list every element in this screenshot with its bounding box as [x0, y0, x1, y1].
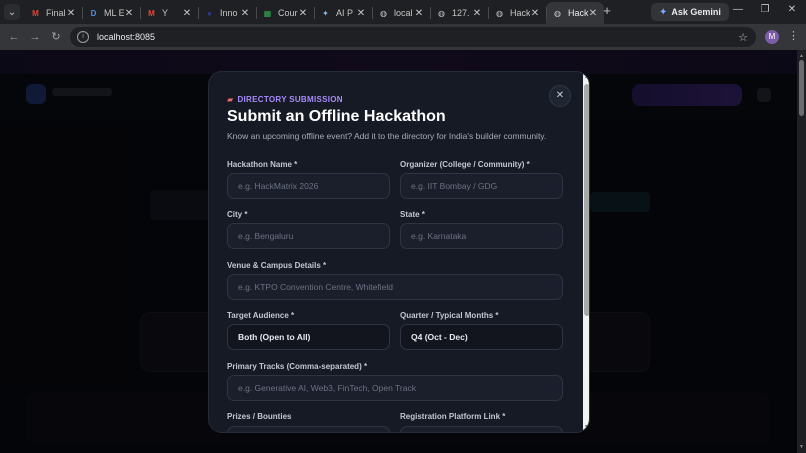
browser-tab[interactable]: ▦ Cour ✕: [256, 2, 314, 24]
registration-link-input[interactable]: [400, 426, 563, 432]
globe-dark-icon: ●: [207, 8, 212, 18]
target-audience-select[interactable]: Both (Open to All): [227, 324, 390, 350]
browser-tab[interactable]: M Y ✕: [140, 2, 198, 24]
gemini-sparkle-icon: ✦: [659, 6, 668, 18]
modal-title: Submit an Offline Hackathon: [227, 108, 446, 125]
venue-label: Venue & Campus Details *: [227, 261, 327, 270]
address-bar[interactable]: i localhost:8085 ☆: [70, 27, 756, 47]
tab-title: Hack: [510, 8, 530, 18]
quarter-select[interactable]: Q4 (Oct - Dec): [400, 324, 563, 350]
state-label: State *: [400, 210, 425, 219]
prizes-input[interactable]: [227, 426, 390, 432]
reload-icon[interactable]: ↻: [48, 29, 64, 45]
submit-hackathon-modal: ✕ ▰ DIRECTORY SUBMISSION Submit an Offli…: [208, 71, 590, 433]
modal-scroll-down-icon[interactable]: ▼: [584, 424, 589, 430]
modal-subtitle: Know an upcoming offline event? Add it t…: [227, 131, 547, 141]
modal-close-icon[interactable]: ✕: [549, 85, 571, 107]
restore-icon[interactable]: ❐: [758, 4, 772, 15]
tab-close-icon[interactable]: ✕: [124, 8, 134, 19]
d-logo-icon: D: [90, 8, 97, 18]
page-viewport: ✕ ▰ DIRECTORY SUBMISSION Submit an Offli…: [0, 50, 797, 453]
browser-toolbar: ← → ↻ i localhost:8085 ☆: [0, 24, 806, 50]
browser-tab[interactable]: ◍ Hack ✕: [488, 2, 546, 24]
tab-title: Final: [46, 8, 66, 18]
tab-search-chevron-icon[interactable]: ⌄: [4, 4, 20, 20]
modal-scrollbar-thumb[interactable]: [584, 84, 589, 316]
page-scroll-up-icon[interactable]: ▲: [799, 53, 804, 59]
window-close-icon[interactable]: ✕: [785, 4, 799, 15]
globe-icon: ◍: [438, 8, 445, 18]
tab-close-icon[interactable]: ✕: [66, 8, 76, 19]
hackathon-name-input[interactable]: e.g. HackMatrix 2026: [227, 173, 390, 199]
browser-tab[interactable]: M Final ✕: [24, 2, 82, 24]
globe-icon: ◍: [554, 8, 561, 18]
minimize-icon[interactable]: —: [731, 4, 745, 15]
browser-tab[interactable]: D ML E ✕: [82, 2, 140, 24]
tab-title: Inno: [220, 8, 238, 18]
eyebrow-label: DIRECTORY SUBMISSION: [237, 95, 343, 104]
tab-title: Cour: [278, 8, 298, 18]
modal-eyebrow: ▰ DIRECTORY SUBMISSION: [227, 95, 343, 104]
sparkle-icon: ✦: [322, 8, 329, 18]
modal-content: ✕ ▰ DIRECTORY SUBMISSION Submit an Offli…: [209, 72, 583, 432]
browser-tab[interactable]: ◍ Hack ✕: [546, 2, 604, 24]
tab-title: AI P: [336, 8, 354, 18]
tab-strip: ⌄ M Final ✕ D ML E ✕ M Y ✕ ● Inno ✕ ▦ Cour ✕ ✦ AI P ✕ ◍ loc…: [0, 0, 806, 24]
tab-title: Y: [162, 8, 169, 18]
organizer-label: Organizer (College / Community) *: [400, 160, 530, 169]
bookmark-star-icon[interactable]: ☆: [738, 31, 748, 44]
primary-tracks-input[interactable]: e.g. Generative AI, Web3, FinTech, Open …: [227, 375, 563, 401]
quarter-label: Quarter / Typical Months *: [400, 311, 499, 320]
address-url[interactable]: localhost:8085: [97, 32, 155, 42]
site-info-icon[interactable]: i: [77, 31, 89, 43]
tab-close-icon[interactable]: ✕: [356, 8, 366, 19]
tab-title: 127.: [452, 8, 470, 18]
tab-title: ML E: [104, 8, 124, 18]
tab-close-icon[interactable]: ✕: [414, 8, 424, 19]
tab-title: Hack: [568, 8, 588, 18]
organizer-input[interactable]: e.g. IIT Bombay / GDG: [400, 173, 563, 199]
rocket-flag-icon: ▰: [227, 95, 234, 104]
sheet-icon: ▦: [263, 8, 272, 18]
forward-arrow-icon[interactable]: →: [27, 29, 43, 45]
target-audience-label: Target Audience *: [227, 311, 295, 320]
tab-list: M Final ✕ D ML E ✕ M Y ✕ ● Inno ✕ ▦ Cour ✕ ✦ AI P ✕ ◍ local…: [24, 2, 604, 24]
browser-tab[interactable]: ✦ AI P ✕: [314, 2, 372, 24]
browser-menu-icon[interactable]: ⋮: [788, 29, 799, 42]
prizes-label: Prizes / Bounties: [227, 412, 292, 421]
browser-tab[interactable]: ◍ 127. ✕: [430, 2, 488, 24]
tab-close-icon[interactable]: ✕: [530, 8, 540, 19]
profile-avatar[interactable]: M: [765, 30, 779, 44]
tab-close-icon[interactable]: ✕: [472, 8, 482, 19]
browser-tab[interactable]: ● Inno ✕: [198, 2, 256, 24]
tab-close-icon[interactable]: ✕: [298, 8, 308, 19]
gmail-icon: M: [32, 8, 39, 18]
tab-close-icon[interactable]: ✕: [240, 8, 250, 19]
browser-tab[interactable]: ◍ local ✕: [372, 2, 430, 24]
new-tab-button[interactable]: +: [600, 4, 614, 18]
globe-icon: ◍: [380, 8, 387, 18]
tab-title: local: [394, 8, 413, 18]
primary-tracks-label: Primary Tracks (Comma-separated) *: [227, 362, 368, 371]
ask-gemini-label: Ask Gemini: [671, 7, 721, 17]
globe-icon: ◍: [496, 8, 503, 18]
hackathon-name-label: Hackathon Name *: [227, 160, 298, 169]
registration-link-label: Registration Platform Link *: [400, 412, 506, 421]
back-arrow-icon[interactable]: ←: [6, 29, 22, 45]
tab-close-icon[interactable]: ✕: [588, 8, 598, 19]
city-label: City *: [227, 210, 248, 219]
venue-input[interactable]: e.g. KTPO Convention Centre, Whitefield: [227, 274, 563, 300]
tab-close-icon[interactable]: ✕: [182, 8, 192, 19]
modal-scroll-up-icon[interactable]: ▲: [584, 74, 589, 80]
gmail-icon: M: [148, 8, 155, 18]
ask-gemini-button[interactable]: ✦ Ask Gemini: [651, 3, 729, 21]
page-scroll-down-icon[interactable]: ▼: [799, 444, 804, 450]
state-input[interactable]: e.g. Karnataka: [400, 223, 563, 249]
city-input[interactable]: e.g. Bengaluru: [227, 223, 390, 249]
page-scrollbar-thumb[interactable]: [799, 60, 804, 116]
